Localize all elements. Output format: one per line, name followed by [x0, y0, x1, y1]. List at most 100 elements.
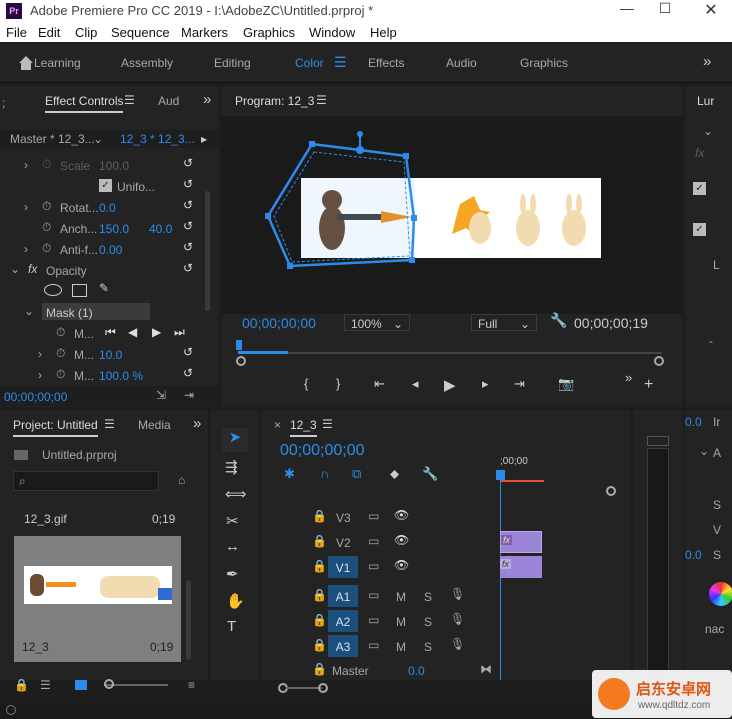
lock-icon[interactable]: 🔒	[14, 678, 29, 692]
clip-v2[interactable]: fx	[500, 531, 542, 553]
wrench-icon[interactable]: 🔧	[550, 312, 567, 329]
project-scrollbar[interactable]	[186, 580, 191, 660]
ripple-edit-tool-icon[interactable]: ⟺	[225, 485, 247, 503]
timeline-timecode[interactable]: 00;00;00;00	[280, 442, 365, 460]
scroll-right-handle[interactable]	[318, 683, 328, 693]
expand-icon[interactable]: ›	[24, 242, 28, 256]
go-to-out-icon[interactable]: ⇥	[514, 376, 525, 392]
close-icon[interactable]: ✕	[700, 0, 722, 20]
menu-window[interactable]: Window	[309, 25, 355, 40]
track-prev-frame-icon[interactable]: ◀	[128, 325, 137, 339]
lock-icon[interactable]: 🔒	[312, 638, 327, 652]
more-workspaces-icon[interactable]: »	[703, 53, 711, 70]
project-menu-icon[interactable]: ☰	[104, 417, 115, 431]
expand-icon[interactable]: ›	[24, 200, 28, 214]
program-menu-icon[interactable]: ☰	[316, 93, 327, 107]
timeline-settings-icon[interactable]: 🔧	[422, 466, 438, 482]
project-search-input[interactable]: ⌕	[13, 471, 159, 491]
microphone-icon[interactable]: 🎙	[450, 587, 465, 601]
nest-icon[interactable]: ✱	[284, 466, 295, 482]
add-button-icon[interactable]: +	[644, 376, 653, 394]
step-forward-icon[interactable]: ▸	[482, 376, 489, 392]
eye-icon[interactable]: 👁	[394, 508, 409, 522]
mute-button[interactable]: M	[396, 590, 406, 604]
workspace-assembly[interactable]: Assembly	[121, 56, 173, 70]
reset-icon[interactable]: ↺	[183, 156, 193, 170]
minimize-icon[interactable]: —	[618, 0, 636, 16]
master-value[interactable]: 0.0	[408, 664, 425, 678]
stopwatch-icon[interactable]: ⏱	[56, 325, 65, 340]
slip-tool-icon[interactable]: ↔	[225, 538, 240, 555]
lock-icon[interactable]: 🔒	[312, 662, 327, 676]
stopwatch-icon[interactable]: ⏱	[56, 367, 65, 382]
menu-help[interactable]: Help	[370, 25, 397, 40]
track-mask-back-icon[interactable]: ⏮	[105, 325, 116, 340]
stopwatch-icon[interactable]: ⏱	[42, 199, 51, 214]
stopwatch-icon[interactable]: ⏱	[42, 220, 51, 235]
lock-icon[interactable]: 🔒	[312, 613, 327, 627]
more-tabs-icon[interactable]: »	[203, 91, 211, 108]
tab-lumetri[interactable]: Lur	[697, 94, 714, 108]
tab-effect-controls[interactable]: Effect Controls	[45, 94, 124, 113]
effect-scrollbar[interactable]	[205, 191, 210, 311]
more-tabs-icon[interactable]: »	[193, 415, 201, 432]
pen-mask-icon[interactable]: ✎	[99, 281, 109, 295]
rectangle-mask-icon[interactable]	[72, 284, 87, 297]
anchor-x-value[interactable]: 150.0	[99, 222, 129, 236]
hand-tool-icon[interactable]: ✋	[226, 592, 245, 610]
rotation-value[interactable]: 0.0	[99, 201, 116, 215]
reset-icon[interactable]: ↺	[183, 219, 193, 233]
selection-tool-icon[interactable]: ➤	[222, 428, 248, 452]
sync-lock-icon[interactable]: ▭	[368, 638, 379, 652]
playhead-icon[interactable]	[236, 340, 242, 350]
reset-icon[interactable]: ↺	[183, 261, 193, 275]
sync-lock-icon[interactable]: ▭	[368, 534, 379, 548]
antiflicker-value[interactable]: 0.00	[99, 243, 122, 257]
lumetri-checkbox-2[interactable]: ✓	[693, 223, 706, 236]
reset-icon[interactable]: ↺	[183, 198, 193, 212]
program-timecode-left[interactable]: 00;00;00;00	[242, 315, 316, 331]
effect-timecode[interactable]: 00;00;00;00	[4, 390, 67, 404]
step-back-icon[interactable]: ◂	[412, 376, 419, 392]
clip-selector[interactable]: 12_3 * 12_3...	[120, 132, 195, 146]
add-marker-icon[interactable]: ⬥	[390, 466, 399, 482]
chevron-down-icon[interactable]: ⌄	[699, 444, 709, 458]
export-icon[interactable]: ⇥	[184, 388, 194, 402]
tab-sequence[interactable]: 12_3	[290, 418, 317, 437]
sync-lock-icon[interactable]: ▭	[368, 559, 379, 573]
collapse-icon[interactable]: ⌄	[10, 262, 20, 276]
scrub-bar[interactable]	[238, 352, 662, 354]
filter-icon[interactable]: ⇲	[156, 388, 166, 402]
reset-icon[interactable]: ↺	[183, 177, 193, 191]
lumetri-value-1[interactable]: 0.0	[685, 415, 702, 429]
go-to-in-icon[interactable]: ⇤	[374, 376, 385, 392]
mark-in-icon[interactable]: {	[304, 376, 308, 391]
menu-clip[interactable]: Clip	[75, 25, 97, 40]
linked-selection-icon[interactable]: ⧉	[352, 466, 361, 482]
reset-icon[interactable]: ↺	[183, 345, 193, 359]
uniform-scale-checkbox[interactable]: ✓	[99, 179, 112, 192]
vertical-zoom-handle-top[interactable]	[606, 486, 616, 496]
clip-v1[interactable]: fx	[500, 556, 542, 578]
track-mask-forward-icon[interactable]: ⏭	[174, 325, 185, 340]
timeline-menu-icon[interactable]: ☰	[322, 417, 333, 431]
sync-lock-icon[interactable]: ▭	[368, 509, 379, 523]
mute-button[interactable]: M	[396, 615, 406, 629]
tab-project[interactable]: Project: Untitled	[13, 418, 98, 437]
lock-icon[interactable]: 🔒	[312, 588, 327, 602]
menu-edit[interactable]: Edit	[38, 25, 60, 40]
list-view-icon[interactable]: ☰	[40, 678, 51, 692]
track-next-frame-icon[interactable]: ▶	[152, 325, 161, 339]
maximize-icon[interactable]: ☐	[656, 0, 674, 17]
track-target-v1[interactable]: V1	[328, 556, 358, 578]
track-select-tool-icon[interactable]: ⇶	[225, 458, 238, 476]
more-buttons-icon[interactable]: »	[625, 370, 632, 385]
reset-icon[interactable]: ↺	[183, 366, 193, 380]
workspace-color[interactable]: Color	[295, 56, 324, 70]
anchor-y-value[interactable]: 40.0	[149, 222, 172, 236]
razor-tool-icon[interactable]: ✂	[226, 512, 239, 530]
track-target-a2[interactable]: A2	[328, 610, 358, 632]
export-frame-icon[interactable]: 📷	[558, 376, 574, 392]
menu-graphics[interactable]: Graphics	[243, 25, 295, 40]
sort-icon[interactable]: ≡	[188, 678, 195, 692]
